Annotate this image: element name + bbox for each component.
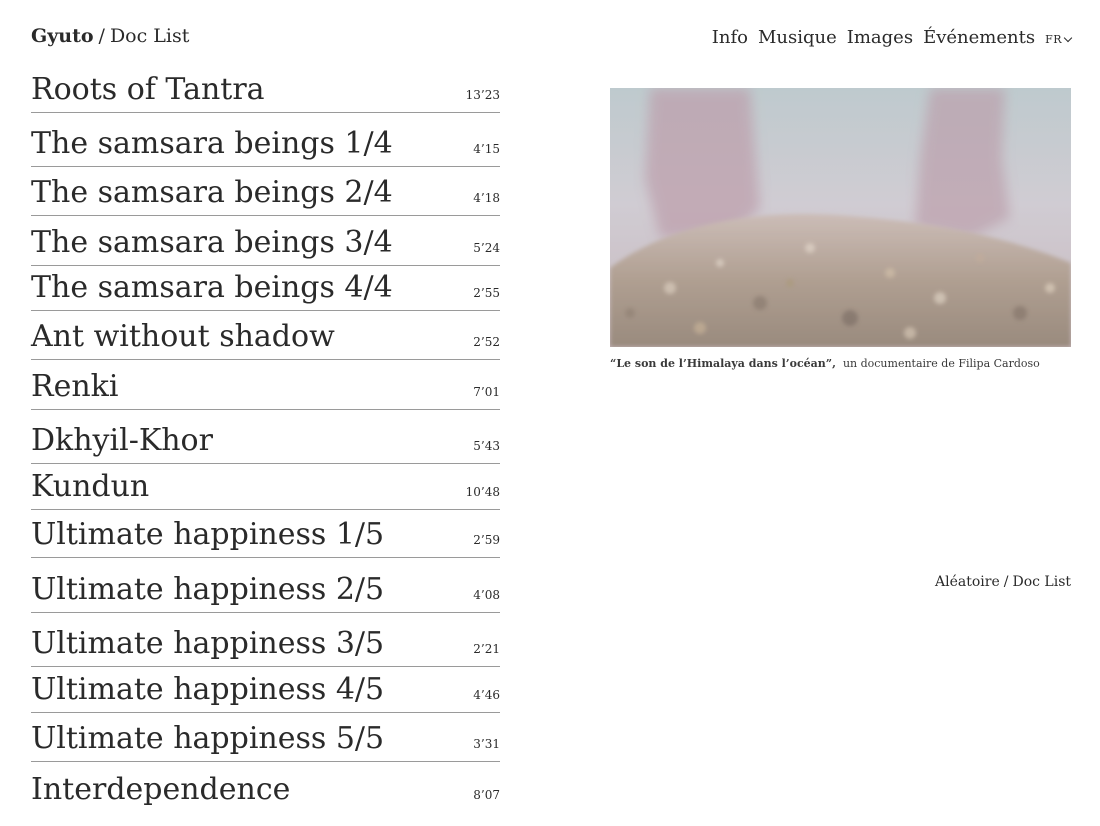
random-link[interactable]: Aléatoire (935, 574, 1000, 590)
doc-list-item[interactable]: The samsara beings 3/4 5’24 (31, 216, 500, 266)
doc-list-item[interactable]: The samsara beings 1/4 4’15 (31, 113, 500, 167)
doc-title: The samsara beings 4/4 (31, 270, 393, 305)
doc-title: Ultimate happiness 1/5 (31, 517, 385, 552)
breadcrumb-separator: / (98, 25, 105, 47)
doc-title: Interdependence (31, 772, 291, 807)
doc-title: Ultimate happiness 2/5 (31, 572, 385, 607)
doc-title: Ultimate happiness 3/5 (31, 626, 385, 661)
doc-title: Renki (31, 369, 119, 404)
doc-list-item[interactable]: Roots of Tantra 13’23 (31, 64, 500, 113)
breadcrumb-current: Doc List (109, 25, 190, 47)
chevron-down-icon (1063, 33, 1073, 43)
random-links-separator: / (1003, 574, 1009, 590)
doc-duration: 7’01 (473, 385, 500, 399)
doc-list-item[interactable]: Dkhyil-Khor 5’43 (31, 410, 500, 464)
doc-list-item[interactable]: Kundun 10’48 (31, 464, 500, 510)
doc-duration: 8’07 (473, 788, 500, 802)
breadcrumb: Gyuto / Doc List (31, 24, 189, 48)
nav-item-info[interactable]: Info (712, 26, 748, 50)
doc-list-item[interactable]: Ultimate happiness 2/5 4’08 (31, 558, 500, 613)
doc-duration: 10’48 (465, 485, 500, 499)
language-selector[interactable]: FR (1045, 28, 1073, 52)
doc-duration: 3’31 (473, 737, 500, 751)
doc-list-item[interactable]: Ultimate happiness 3/5 2’21 (31, 613, 500, 667)
language-label: FR (1045, 33, 1062, 46)
doc-title: Ultimate happiness 5/5 (31, 721, 385, 756)
doc-duration: 2’59 (473, 533, 500, 547)
doc-duration: 13’23 (465, 88, 500, 102)
doc-duration: 5’24 (473, 241, 500, 255)
doc-title: Ultimate happiness 4/5 (31, 672, 385, 707)
nav-item-evenements[interactable]: Événements (923, 26, 1035, 50)
doc-list-item[interactable]: The samsara beings 4/4 2’55 (31, 266, 500, 311)
doc-duration: 4’15 (473, 142, 500, 156)
doc-title: Kundun (31, 469, 150, 504)
doc-list-item[interactable]: Ant without shadow 2’52 (31, 311, 500, 360)
doc-duration: 2’55 (473, 286, 500, 300)
doc-duration: 2’52 (473, 335, 500, 349)
doc-title: Dkhyil-Khor (31, 423, 213, 458)
doc-title: The samsara beings 2/4 (31, 175, 393, 210)
doc-duration: 4’08 (473, 588, 500, 602)
doc-list-item[interactable]: Interdependence 8’07 (31, 762, 500, 812)
doc-list-item[interactable]: Ultimate happiness 1/5 2’59 (31, 510, 500, 558)
video-caption: “Le son de l’Himalaya dans l’océan”, un … (610, 357, 1040, 371)
doc-duration: 4’46 (473, 688, 500, 702)
featured-video-thumbnail[interactable] (610, 88, 1071, 347)
doc-list-item[interactable]: Ultimate happiness 4/5 4’46 (31, 667, 500, 713)
doc-duration: 2’21 (473, 642, 500, 656)
doc-list-link[interactable]: Doc List (1012, 574, 1071, 590)
doc-duration: 5’43 (473, 439, 500, 453)
caption-text: un documentaire de Filipa Cardoso (842, 357, 1040, 370)
doc-list-item[interactable]: The samsara beings 2/4 4’18 (31, 167, 500, 216)
doc-list-item[interactable]: Renki 7’01 (31, 360, 500, 410)
doc-title: The samsara beings 1/4 (31, 126, 393, 161)
random-links: Aléatoire / Doc List (935, 573, 1071, 591)
underwater-scene-image (610, 88, 1071, 347)
nav-item-musique[interactable]: Musique (758, 26, 837, 50)
doc-title: The samsara beings 3/4 (31, 225, 393, 260)
doc-title: Roots of Tantra (31, 72, 265, 107)
caption-quote: “Le son de l’Himalaya dans l’océan”, (610, 357, 836, 370)
doc-title: Ant without shadow (31, 319, 335, 354)
doc-list-item[interactable]: Ultimate happiness 5/5 3’31 (31, 713, 500, 762)
main-nav: Info Musique Images Événements FR (712, 26, 1073, 52)
site-name-link[interactable]: Gyuto (31, 25, 94, 47)
doc-duration: 4’18 (473, 191, 500, 205)
nav-item-images[interactable]: Images (847, 26, 913, 50)
